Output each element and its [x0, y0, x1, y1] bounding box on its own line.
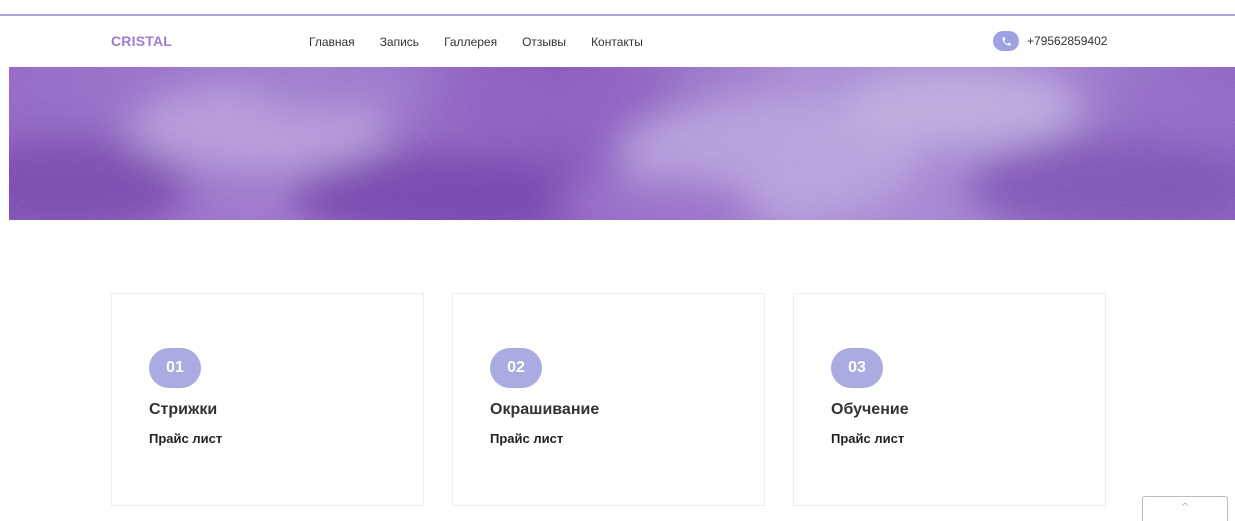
phone-number: +79562859402 — [1027, 34, 1108, 48]
service-title: Стрижки — [149, 401, 218, 418]
scroll-to-top-button[interactable]: ^ — [1142, 496, 1228, 521]
phone-link[interactable]: +79562859402 — [993, 31, 1107, 51]
service-number-badge: 02 — [490, 348, 542, 388]
price-list-link[interactable]: Прайс лист — [831, 431, 904, 446]
nav-item-home[interactable]: Главная — [309, 35, 355, 49]
price-list-link[interactable]: Прайс лист — [490, 431, 563, 446]
main-nav: Главная Запись Галлерея Отзывы Контакты — [309, 35, 668, 49]
nav-item-contacts[interactable]: Контакты — [591, 35, 643, 49]
service-title: Обучение — [831, 401, 909, 418]
nav-item-gallery[interactable]: Галлерея — [444, 35, 497, 49]
top-strip — [0, 0, 1235, 14]
service-number-badge: 03 — [831, 348, 883, 388]
chevron-up-icon: ^ — [1180, 502, 1190, 513]
nav-item-booking[interactable]: Запись — [380, 35, 419, 49]
logo[interactable]: CRISTAL — [111, 33, 172, 49]
service-card: 01 Стрижки Прайс лист — [111, 293, 424, 506]
nav-item-reviews[interactable]: Отзывы — [522, 35, 566, 49]
phone-icon — [993, 31, 1019, 51]
service-title: Окрашивание — [490, 401, 600, 418]
hero-banner — [9, 67, 1235, 220]
page: CRISTAL Главная Запись Галлерея Отзывы К… — [0, 0, 1235, 521]
service-card: 02 Окрашивание Прайс лист — [452, 293, 765, 506]
navbar: CRISTAL Главная Запись Галлерея Отзывы К… — [0, 16, 1235, 67]
watercolor-background — [9, 67, 1235, 220]
service-card: 03 Обучение Прайс лист — [793, 293, 1106, 506]
service-number-badge: 01 — [149, 348, 201, 388]
price-list-link[interactable]: Прайс лист — [149, 431, 222, 446]
